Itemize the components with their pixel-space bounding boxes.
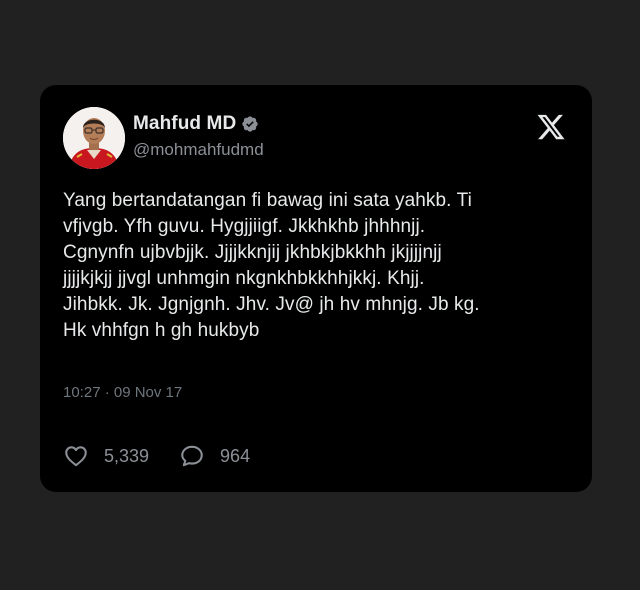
speech-bubble-icon	[181, 445, 203, 467]
tweet-card: Mahfud MD @mohmahfudmd Yang bertandatang…	[40, 85, 592, 492]
tweet-text-line: Cgnynfn ujbvbjjk. Jjjjkknjij jkhbkjbkkhh…	[63, 242, 442, 263]
reply-button[interactable]: 964	[179, 443, 250, 469]
tweet-text-line: vfjvgb. Yfh guvu. Hygjjiigf. Jkkhkhb jhh…	[63, 216, 426, 237]
author-name-row[interactable]: Mahfud MD	[133, 113, 259, 135]
heart-icon	[65, 446, 87, 467]
like-count: 5,339	[104, 445, 150, 466]
x-logo-icon[interactable]	[536, 112, 566, 142]
profile-photo	[63, 107, 125, 169]
tweet-text-line: Yang bertandatangan fi bawag ini sata ya…	[63, 190, 472, 211]
author-handle[interactable]: @mohmahfudmd	[133, 140, 264, 160]
verified-badge-icon	[242, 116, 258, 132]
author-name: Mahfud MD	[133, 113, 237, 134]
tweet-actions: 5,339 964	[63, 443, 250, 469]
tweet-timestamp[interactable]: 10:27 · 09 Nov 17	[63, 384, 182, 401]
avatar[interactable]	[63, 107, 125, 169]
tweet-text-line: Jihbkk. Jk. Jgnjgnh. Jhv. Jv@ jh hv mhnj…	[63, 294, 480, 315]
tweet-text-line: jjjjkjkjj jjvgl unhmgin nkgnkhbkkhhjkkj.…	[63, 268, 425, 289]
reply-count: 964	[220, 445, 251, 466]
like-button[interactable]: 5,339	[63, 443, 149, 469]
tweet-text-line: Hk vhhfgn h gh hukbyb	[63, 320, 260, 341]
tweet-text: Yang bertandatangan fi bawag ini sata ya…	[63, 188, 568, 344]
